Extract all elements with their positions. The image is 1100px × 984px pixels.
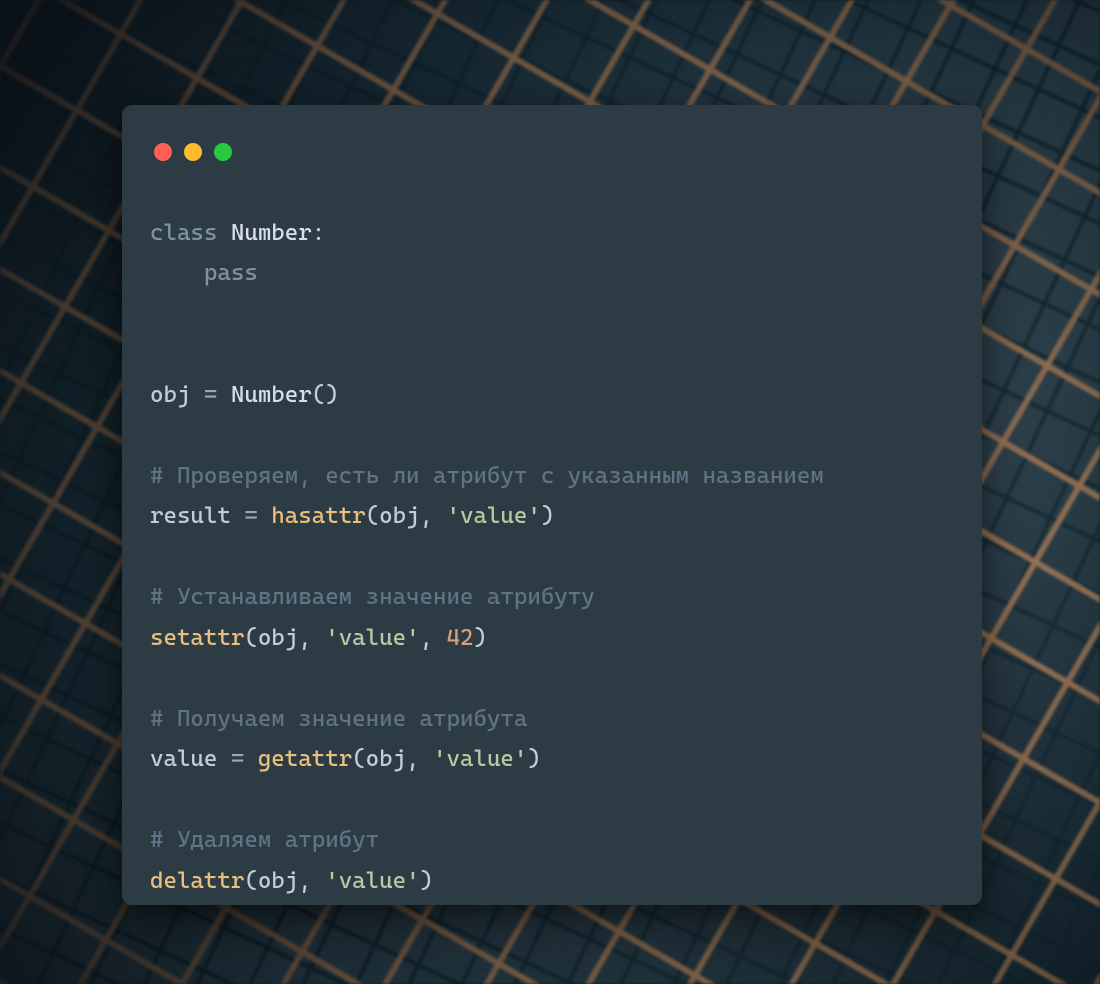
arg-obj: obj [366, 746, 406, 772]
code-block: class Number: pass obj = Number() # Пров… [150, 213, 954, 901]
code-window: class Number: pass obj = Number() # Пров… [122, 105, 982, 905]
comma: , [420, 503, 447, 529]
number-literal: 42 [447, 625, 474, 651]
string-literal: 'value' [433, 746, 527, 772]
class-name: Number [231, 220, 312, 246]
window-zoom-icon[interactable] [214, 143, 232, 161]
operator-eq: = [231, 746, 258, 772]
comma: , [298, 625, 325, 651]
identifier-value: value [150, 746, 231, 772]
comma: , [420, 625, 447, 651]
keyword-pass: pass [204, 260, 258, 286]
identifier-result: result [150, 503, 244, 529]
comment-line: # Удаляем атрибут [150, 827, 379, 853]
window-close-icon[interactable] [154, 143, 172, 161]
comma: , [406, 746, 433, 772]
comment-line: # Получаем значение атрибута [150, 706, 527, 732]
string-literal: 'value' [325, 625, 419, 651]
paren-close: ) [420, 868, 433, 894]
paren-close: ) [541, 503, 554, 529]
identifier-obj: obj [150, 382, 204, 408]
string-literal: 'value' [325, 868, 419, 894]
comment-line: # Проверяем, есть ли атрибут с указанным… [150, 463, 824, 489]
indent [150, 260, 204, 286]
paren-close: ) [527, 746, 540, 772]
builtin-setattr: setattr [150, 625, 244, 651]
parens: () [312, 382, 339, 408]
builtin-getattr: getattr [258, 746, 352, 772]
arg-obj: obj [379, 503, 419, 529]
window-minimize-icon[interactable] [184, 143, 202, 161]
builtin-hasattr: hasattr [271, 503, 365, 529]
paren-open: ( [244, 868, 257, 894]
operator-eq: = [204, 382, 231, 408]
window-traffic-lights [154, 143, 954, 161]
arg-obj: obj [258, 625, 298, 651]
comma: , [298, 868, 325, 894]
keyword-class: class [150, 220, 231, 246]
builtin-delattr: delattr [150, 868, 244, 894]
constructor-call: Number [231, 382, 312, 408]
paren-open: ( [366, 503, 379, 529]
paren-close: ) [473, 625, 486, 651]
paren-open: ( [244, 625, 257, 651]
operator-eq: = [244, 503, 271, 529]
comment-line: # Устанавливаем значение атрибуту [150, 584, 595, 610]
colon: : [312, 220, 325, 246]
string-literal: 'value' [447, 503, 541, 529]
paren-open: ( [352, 746, 365, 772]
arg-obj: obj [258, 868, 298, 894]
